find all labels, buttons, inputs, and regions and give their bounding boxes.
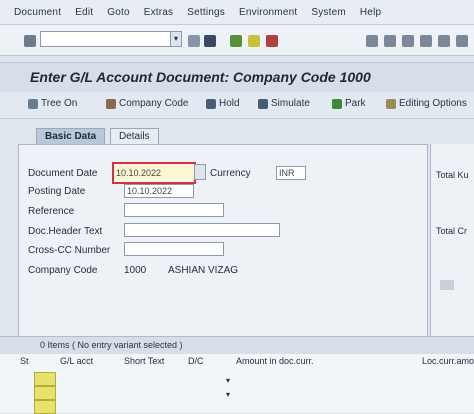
menu-bar: Document Edit Goto Extras Settings Envir… [0,0,474,25]
items-bar-text: 0 Items ( No entry variant selected ) [40,340,183,350]
back-icon[interactable] [188,35,200,47]
currency-label: Currency [210,168,251,179]
previous-page-icon[interactable] [438,35,450,47]
col-short-text: Short Text [124,356,165,366]
doc-header-text-label: Doc.Header Text [28,226,103,237]
col-amount-doc-curr: Amount in doc.curr. [236,356,314,366]
status-icon [440,280,454,290]
tab-basic-data[interactable]: Basic Data [36,128,106,145]
command-dropdown[interactable]: ▾ [170,31,182,47]
tree-icon [28,98,38,109]
menu-help[interactable]: Help [360,7,381,18]
park-button[interactable]: Park [332,98,366,109]
menu-goto[interactable]: Goto [107,7,129,18]
calendar-icon[interactable] [194,164,206,180]
hold-icon [206,98,216,109]
dc-dropdown-icon[interactable]: ▾ [226,390,230,399]
command-field[interactable] [40,31,174,47]
cancel-icon[interactable] [248,35,260,47]
next-page-icon[interactable] [456,35,468,47]
first-page-icon[interactable] [420,35,432,47]
document-date-field[interactable]: 10.10.2022 [112,162,196,184]
posting-date-label: Posting Date [28,186,86,197]
cross-cc-number-label: Cross-CC Number [28,245,111,256]
save-icon[interactable] [204,35,216,47]
total-debit-label: Total Ku [436,170,469,180]
menu-settings[interactable]: Settings [187,7,225,18]
posting-date-field[interactable]: 10.10.2022 [124,184,194,198]
document-date-label: Document Date [28,168,98,179]
tree-on-button[interactable]: Tree On [28,98,77,109]
dc-dropdown-icon[interactable]: ▾ [226,376,230,385]
title-bar: Enter G/L Account Document: Company Code… [0,62,474,94]
find-next-icon[interactable] [402,35,414,47]
row-selector[interactable] [34,400,56,414]
hold-button[interactable]: Hold [206,98,240,109]
items-bar: 0 Items ( No entry variant selected ) [0,336,474,356]
menu-document[interactable]: Document [14,7,61,18]
company-code-label: Company Code [28,265,98,276]
row-selector[interactable] [34,372,56,386]
col-gl-account: G/L acct [60,356,94,366]
menu-edit[interactable]: Edit [75,7,93,18]
simulate-icon [258,98,268,109]
total-credit-label: Total Cr [436,226,468,236]
col-status: St [20,356,29,366]
standard-toolbar: ▾ [0,25,474,56]
col-loc-curr-amount: Loc.curr.amount [422,356,474,366]
stop-icon[interactable] [266,35,278,47]
exit-icon[interactable] [230,35,242,47]
company-icon [106,98,116,109]
doc-header-text-field[interactable] [124,223,280,237]
page-title: Enter G/L Account Document: Company Code… [30,69,371,85]
company-code-button[interactable]: Company Code [106,98,188,109]
application-toolbar: Tree On Company Code Hold Simulate Park … [0,92,474,119]
grid-header: St G/L acct Short Text D/C Amount in doc… [18,356,474,370]
find-icon[interactable] [384,35,396,47]
simulate-button[interactable]: Simulate [258,98,310,109]
enter-icon[interactable] [24,35,36,47]
menu-environment[interactable]: Environment [239,7,297,18]
currency-field[interactable]: INR [276,166,306,180]
row-selector[interactable] [34,386,56,400]
reference-label: Reference [28,206,75,217]
editing-options-button[interactable]: Editing Options [386,98,467,109]
company-name: ASHIAN VIZAG [168,265,239,276]
company-code-value: 1000 [124,265,147,276]
menu-extras[interactable]: Extras [144,7,174,18]
pencil-icon [386,98,396,109]
menu-system[interactable]: System [311,7,346,18]
cross-cc-number-field[interactable] [124,242,224,256]
col-dc: D/C [188,356,204,366]
tab-details[interactable]: Details [110,128,159,145]
park-icon [332,98,342,109]
reference-field[interactable] [124,203,224,217]
print-icon[interactable] [366,35,378,47]
